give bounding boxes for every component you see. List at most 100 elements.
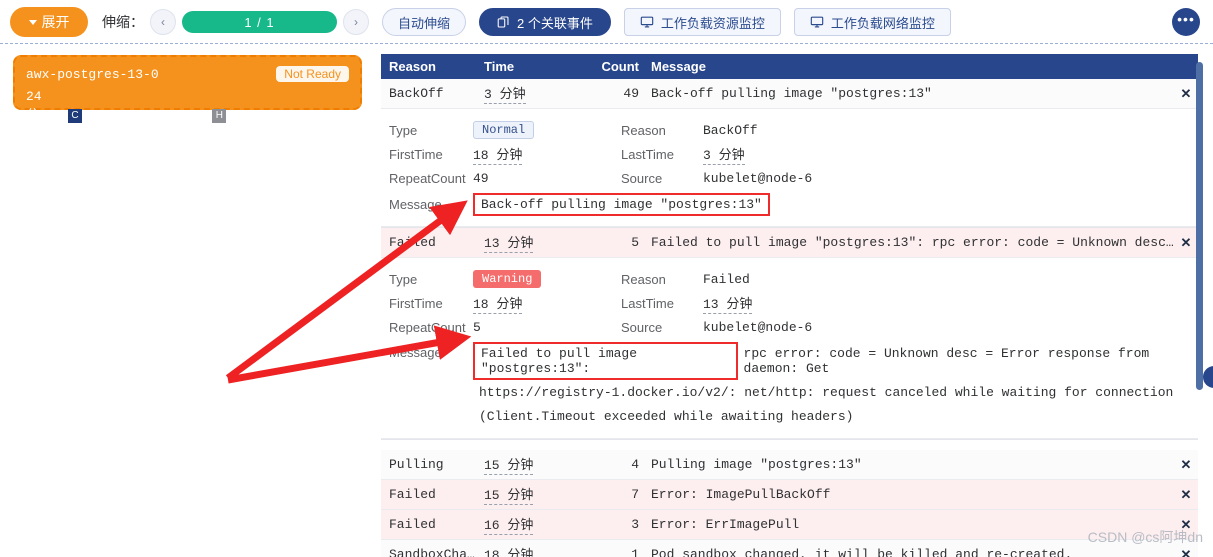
close-icon[interactable]: ✕ <box>1181 457 1192 472</box>
row-time: 13 分钟 <box>484 232 596 253</box>
pod-card-meta: 24 分钟 C 10.244.49.205 H 10.111.13.44 <box>26 89 349 142</box>
host-ip-tag-icon: H <box>212 108 227 123</box>
detail-repeatcount: 49 <box>473 170 489 186</box>
status-badge: Not Ready <box>276 66 349 82</box>
detail-lasttime: 13 分钟 <box>703 293 753 314</box>
close-icon[interactable]: ✕ <box>1181 487 1192 502</box>
detail-firsttime: 18 分钟 <box>473 144 523 165</box>
network-monitor-button[interactable]: 工作负载网络监控 <box>793 8 951 36</box>
column-header-time: Time <box>484 59 515 74</box>
pod-card-header: awx-postgres-13-0 Not Ready <box>26 64 349 84</box>
table-row[interactable]: Failed 13 分钟 5 Failed to pull image "pos… <box>381 228 1198 258</box>
monitor-icon <box>640 16 654 28</box>
related-events-button[interactable]: 2 个关联事件 <box>479 8 611 36</box>
ellipsis-icon: ••• <box>1177 11 1195 27</box>
events-panel: Reason Time Count Message BackOff 3 分钟 4… <box>381 54 1198 557</box>
detail-label-reason: Reason <box>621 122 666 138</box>
pod-card[interactable]: awx-postgres-13-0 Not Ready 24 分钟 C 10.2… <box>13 55 362 142</box>
table-row[interactable]: Pulling 15 分钟 4 Pulling image "postgres:… <box>381 450 1198 480</box>
column-header-message: Message <box>651 59 706 74</box>
close-icon[interactable]: ✕ <box>1181 235 1192 250</box>
detail-lasttime: 3 分钟 <box>703 144 745 165</box>
detail-type-badge: Normal <box>473 121 535 139</box>
host-ip: H 10.111.13.44 <box>212 108 322 123</box>
right-edge-button[interactable] <box>1203 366 1213 388</box>
row-reason: Failed <box>389 487 436 502</box>
detail-label-firsttime: FirstTime <box>389 295 443 311</box>
row-count: 1 <box>631 547 639 557</box>
row-time: 15 分钟 <box>484 484 596 505</box>
detail-label-message: Message <box>389 196 442 212</box>
close-icon[interactable]: ✕ <box>1181 86 1192 101</box>
cluster-ip: C 10.244.49.205 <box>67 108 186 123</box>
host-ip-value: 10.111.13.44 <box>228 108 322 123</box>
detail-reason: Failed <box>703 271 750 287</box>
row-time: 3 分钟 <box>484 83 596 104</box>
column-header-count: Count <box>601 59 639 74</box>
detail-label-reason: Reason <box>621 271 666 287</box>
row-count: 7 <box>631 487 639 502</box>
detail-label-source: Source <box>621 170 663 186</box>
table-row[interactable]: BackOff 3 分钟 49 Back-off pulling image "… <box>381 79 1198 109</box>
related-events-label: 2 个关联事件 <box>517 15 593 31</box>
row-time: 18 分钟 <box>484 544 596 557</box>
detail-message: Back-off pulling image "postgres:13" <box>473 192 770 216</box>
cluster-ip-value: 10.244.49.205 <box>83 108 186 123</box>
resource-monitor-button[interactable]: 工作负载资源监控 <box>623 8 781 36</box>
chevron-right-icon[interactable]: › <box>343 9 369 35</box>
detail-repeatcount: 5 <box>473 319 481 335</box>
event-block: Failed 13 分钟 5 Failed to pull image "pos… <box>381 228 1198 440</box>
column-header-reason: Reason <box>389 59 436 74</box>
detail-message-tail: rpc error: code = Unknown desc = Error r… <box>743 346 1150 376</box>
watermark: CSDN @cs阿坤dn <box>1087 529 1203 545</box>
detail-label-type: Type <box>389 122 418 138</box>
auto-scale-button[interactable]: 自动伸缩 <box>382 8 467 36</box>
table-row[interactable]: SandboxCha… 18 分钟 1 Pod sandbox changed,… <box>381 540 1198 557</box>
row-reason: BackOff <box>389 86 444 101</box>
detail-label-firsttime: FirstTime <box>389 146 443 162</box>
event-detail: Type Warning Reason Failed FirstTime 18 … <box>381 258 1198 439</box>
detail-label-type: Type <box>389 271 418 287</box>
detail-source: kubelet@node-6 <box>703 319 813 335</box>
row-reason: Failed <box>389 517 436 532</box>
more-options-button[interactable]: ••• <box>1172 8 1200 36</box>
chevron-down-icon <box>28 19 37 25</box>
events-scrollbar[interactable] <box>1196 62 1203 390</box>
pod-age: 24 分钟 <box>26 89 42 142</box>
row-count: 4 <box>631 457 639 472</box>
detail-message-line2: https://registry-1.docker.io/v2/: net/ht… <box>479 384 1174 400</box>
row-count: 49 <box>623 86 639 101</box>
toolbar-divider <box>0 43 1213 44</box>
chevron-left-icon[interactable]: ‹ <box>150 9 176 35</box>
scale-label: 伸缩： <box>102 14 144 30</box>
detail-label-lasttime: LastTime <box>621 295 674 311</box>
copy-icon <box>497 15 509 27</box>
events-table-header: Reason Time Count Message <box>381 54 1198 79</box>
expand-button-label: 展开 <box>41 14 70 30</box>
row-message: Failed to pull image "postgres:13": rpc … <box>651 235 1174 250</box>
row-reason: SandboxCha… <box>389 547 475 557</box>
page-indicator[interactable]: 1 / 1 <box>182 11 337 33</box>
table-row[interactable]: Failed 16 分钟 3 Error: ErrImagePull ✕ <box>381 510 1198 540</box>
detail-label-source: Source <box>621 319 663 335</box>
expand-button[interactable]: 展开 <box>10 7 88 37</box>
row-message: Pulling image "postgres:13" <box>651 457 862 472</box>
row-time: 16 分钟 <box>484 514 596 535</box>
row-message: Error: ImagePullBackOff <box>651 487 831 502</box>
row-reason: Pulling <box>389 457 444 472</box>
table-row[interactable]: Failed 15 分钟 7 Error: ImagePullBackOff ✕ <box>381 480 1198 510</box>
row-count: 5 <box>631 235 639 250</box>
close-icon[interactable]: ✕ <box>1181 547 1192 557</box>
row-message: Back-off pulling image "postgres:13" <box>651 86 932 101</box>
pod-name: awx-postgres-13-0 <box>26 66 159 82</box>
row-time: 15 分钟 <box>484 454 596 475</box>
detail-label-repeatcount: RepeatCount <box>389 170 466 186</box>
row-reason: Failed <box>389 235 436 250</box>
detail-source: kubelet@node-6 <box>703 170 813 186</box>
pagination: ‹ 1 / 1 › <box>150 9 369 35</box>
row-message: Pod sandbox changed, it will be killed a… <box>651 547 1073 557</box>
detail-label-message: Message <box>389 345 442 360</box>
network-monitor-label: 工作负载网络监控 <box>830 15 935 31</box>
auto-scale-label: 自动伸缩 <box>398 15 451 31</box>
detail-message-line3: (Client.Timeout exceeded while awaiting … <box>479 408 854 424</box>
